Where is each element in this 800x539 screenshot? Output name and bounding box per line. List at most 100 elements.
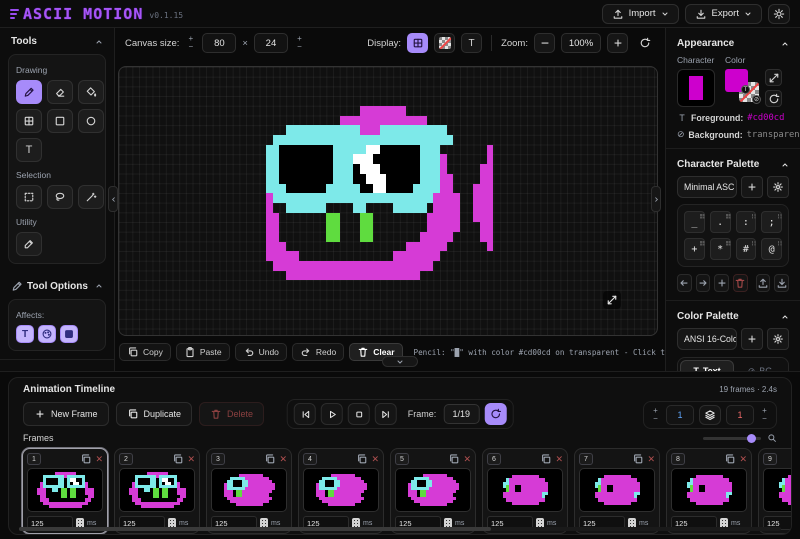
character-button[interactable]: * (710, 238, 731, 260)
character-palette-settings-button[interactable] (767, 176, 789, 198)
eyedropper-tool-button[interactable] (16, 232, 42, 256)
stop-button[interactable] (348, 403, 370, 425)
duplicate-frame-icon[interactable] (80, 453, 92, 465)
delete-frame-icon[interactable]: ✕ (463, 455, 471, 464)
delete-frame-icon[interactable]: ✕ (95, 455, 103, 464)
tool-options-section-header[interactable]: Tool Options (0, 272, 114, 297)
delete-frame-icon[interactable]: ✕ (555, 455, 563, 464)
duplicate-frame-button[interactable]: Duplicate (116, 402, 193, 426)
delete-character-button[interactable] (733, 274, 748, 292)
character-button[interactable]: ; (761, 211, 782, 233)
color-swatch-stack[interactable]: T ⊘ (725, 69, 763, 107)
thumbnail-zoom-slider[interactable] (703, 433, 777, 443)
select-tool-button[interactable] (16, 185, 42, 209)
collapse-right-panel-handle[interactable] (651, 186, 661, 212)
rect-fill-tool-button[interactable] (16, 109, 42, 133)
move-character-left-button[interactable] (677, 274, 692, 292)
new-frame-button[interactable]: New Frame (23, 402, 109, 426)
affects-character-toggle[interactable]: T (16, 325, 34, 343)
onion-next-stepper[interactable]: +− (759, 407, 770, 423)
reset-colors-button[interactable] (765, 90, 782, 107)
slider-thumb[interactable] (747, 434, 756, 443)
skip-to-end-button[interactable] (375, 403, 397, 425)
theme-toggle-button[interactable] (768, 4, 790, 24)
frame-card[interactable]: 3✕ms (206, 448, 292, 534)
import-button[interactable]: Import (602, 4, 679, 24)
appearance-section-header[interactable]: Appearance (677, 34, 789, 55)
frame-card[interactable]: 6✕ms (482, 448, 568, 534)
frame-card[interactable]: 7✕ms (574, 448, 660, 534)
duplicate-frame-icon[interactable] (264, 453, 276, 465)
lasso-tool-button[interactable] (47, 185, 73, 209)
affects-background-toggle[interactable] (60, 325, 78, 343)
affects-color-toggle[interactable] (38, 325, 56, 343)
collapse-timeline-handle[interactable] (382, 356, 418, 367)
character-preset-select[interactable]: Minimal ASC (677, 176, 737, 198)
frame-card[interactable]: 5✕ms (390, 448, 476, 534)
duplicate-frame-icon[interactable] (172, 453, 184, 465)
eraser-tool-button[interactable] (47, 80, 73, 104)
color-palette-settings-button[interactable] (767, 328, 789, 350)
tools-section-header[interactable]: Tools (0, 28, 114, 52)
slider-track[interactable] (703, 437, 761, 440)
delete-frame-icon[interactable]: ✕ (647, 455, 655, 464)
frame-card[interactable]: 1✕ms (22, 448, 108, 534)
drawing-canvas[interactable] (118, 66, 658, 336)
copy-button[interactable]: Copy (119, 343, 171, 361)
loop-toggle-button[interactable] (484, 403, 506, 425)
character-palette-header[interactable]: Character Palette (677, 155, 789, 176)
character-button[interactable]: # (736, 238, 757, 260)
paste-button[interactable]: Paste (176, 343, 230, 361)
width-stepper[interactable]: +− (185, 35, 196, 51)
export-palette-button[interactable] (774, 274, 789, 292)
color-preset-select[interactable]: ANSI 16-Colo (677, 328, 737, 350)
height-stepper[interactable]: +− (294, 35, 305, 51)
delete-frame-icon[interactable]: ✕ (187, 455, 195, 464)
toggle-grid-button[interactable] (407, 33, 428, 53)
onion-skin-button[interactable] (699, 405, 721, 425)
duplicate-frame-icon[interactable] (356, 453, 368, 465)
canvas-height-input[interactable] (254, 33, 288, 53)
frame-card[interactable]: 4✕ms (298, 448, 384, 534)
canvas-resize-handle[interactable] (603, 291, 621, 309)
color-palette-header[interactable]: Color Palette (677, 307, 789, 328)
play-button[interactable] (321, 403, 343, 425)
character-button[interactable]: + (684, 238, 705, 260)
move-character-right-button[interactable] (696, 274, 711, 292)
redo-button[interactable]: Redo (292, 343, 344, 361)
delete-frame-icon[interactable]: ✕ (371, 455, 379, 464)
character-button[interactable]: _ (684, 211, 705, 233)
toggle-transparency-button[interactable] (434, 33, 455, 53)
zoom-out-button[interactable] (534, 33, 555, 53)
add-character-button[interactable] (714, 274, 729, 292)
collapse-left-panel-handle[interactable] (108, 186, 118, 212)
toggle-characters-button[interactable]: T (461, 33, 482, 53)
delete-frame-icon[interactable]: ✕ (739, 455, 747, 464)
character-button[interactable]: @ (761, 238, 782, 260)
onion-prev-stepper[interactable]: +− (650, 407, 661, 423)
delete-frame-button[interactable]: Delete (199, 402, 264, 426)
character-button[interactable]: . (710, 211, 731, 233)
character-button[interactable]: : (736, 211, 757, 233)
duplicate-frame-icon[interactable] (540, 453, 552, 465)
import-palette-button[interactable] (756, 274, 771, 292)
text-tool-button[interactable]: T (16, 138, 42, 162)
pencil-tool-button[interactable] (16, 80, 42, 104)
magic-wand-tool-button[interactable] (78, 185, 104, 209)
rectangle-tool-button[interactable] (47, 109, 73, 133)
add-character-palette-button[interactable] (741, 176, 763, 198)
duplicate-frame-icon[interactable] (448, 453, 460, 465)
frame-card[interactable]: 9✕ms (758, 448, 791, 534)
duplicate-frame-icon[interactable] (724, 453, 736, 465)
zoom-reset-button[interactable] (634, 33, 655, 53)
undo-button[interactable]: Undo (235, 343, 287, 361)
canvas-width-input[interactable] (202, 33, 236, 53)
skip-to-start-button[interactable] (294, 403, 316, 425)
frames-scrollbar[interactable] (19, 527, 781, 531)
frame-card[interactable]: 2✕ms (114, 448, 200, 534)
export-button[interactable]: Export (685, 4, 762, 24)
duplicate-frame-icon[interactable] (632, 453, 644, 465)
zoom-in-button[interactable] (607, 33, 628, 53)
frame-card[interactable]: 8✕ms (666, 448, 752, 534)
ellipse-tool-button[interactable] (78, 109, 104, 133)
